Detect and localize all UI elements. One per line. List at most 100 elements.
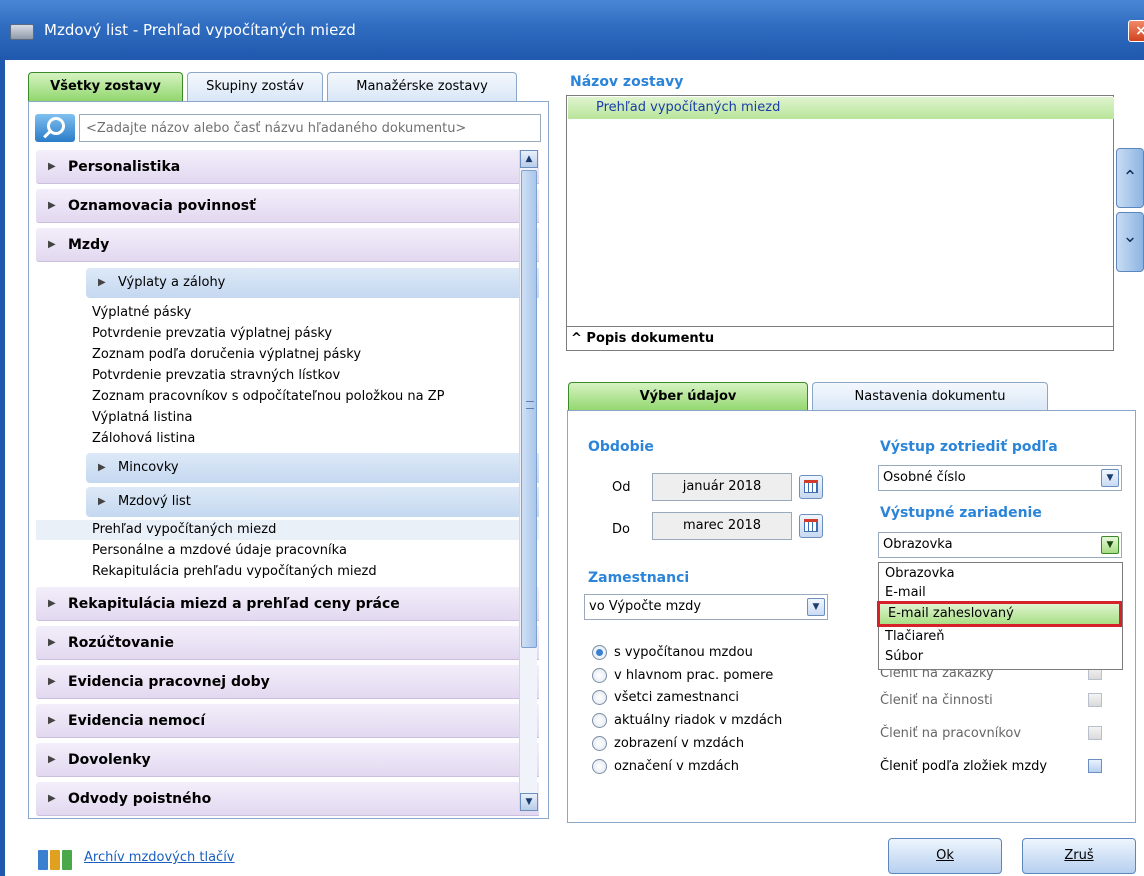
expand-arrow-icon: ▶	[48, 239, 56, 250]
radio-option[interactable]: označení v mzdách	[592, 756, 739, 778]
dropdown-option-highlighted[interactable]: E-mail zaheslovaný	[877, 601, 1122, 627]
tree-scrollbar[interactable]: ▲ ▼	[519, 150, 538, 811]
dropdown-option[interactable]: Súbor	[879, 647, 1122, 667]
chevron-down-icon[interactable]: ▼	[807, 598, 825, 616]
split-option: Členiť na pracovníkov	[880, 723, 1102, 745]
scroll-down-icon[interactable]: ▼	[520, 793, 538, 811]
employees-label: Zamestnanci	[588, 570, 690, 586]
radio-button[interactable]	[592, 736, 607, 751]
title-bar: Mzdový list - Prehľad vypočítaných miezd…	[0, 0, 1144, 60]
radio-option[interactable]: v hlavnom prac. pomere	[592, 665, 773, 687]
radio-label: označení v mzdách	[614, 759, 740, 774]
radio-button[interactable]	[592, 690, 607, 705]
category-personalistika[interactable]: ▶ Personalistika	[36, 150, 539, 184]
chevron-down-icon[interactable]: ▼	[1101, 469, 1119, 487]
checkbox[interactable]	[1088, 693, 1102, 707]
ok-button[interactable]: Ok	[888, 838, 1002, 874]
report-list: Prehľad vypočítaných miezd ^ Popis dokum…	[566, 95, 1114, 351]
checkbox[interactable]	[1088, 726, 1102, 740]
list-item[interactable]: Rekapitulácia prehľadu vypočítaných miez…	[92, 562, 377, 582]
group-mzdovy-list[interactable]: ▶ Mzdový list	[86, 487, 539, 517]
category-rekapitulacia[interactable]: ▶ Rekapitulácia miezd a prehľad ceny prá…	[36, 587, 539, 621]
sort-select[interactable]: Osobné číslo ▼	[878, 465, 1122, 491]
expand-arrow-icon: ▶	[98, 496, 106, 507]
category-label: Odvody poistného	[68, 791, 212, 807]
category-mzdy[interactable]: ▶ Mzdy	[36, 228, 539, 262]
radio-button-checked[interactable]	[592, 645, 607, 660]
group-label: Mzdový list	[118, 494, 191, 509]
output-device-select[interactable]: Obrazovka ▼	[878, 532, 1122, 558]
split-option: Členiť podľa zložiek mzdy	[880, 756, 1102, 778]
scroll-thumb[interactable]	[521, 170, 537, 648]
tab-all-reports[interactable]: Všetky zostavy	[28, 72, 183, 102]
tab-manager-reports[interactable]: Manažérske zostavy	[327, 72, 517, 102]
list-item[interactable]: Zálohová listina	[92, 429, 195, 449]
category-odvody[interactable]: ▶ Odvody poistného	[36, 782, 539, 816]
radio-option[interactable]: všetci zamestnanci	[592, 687, 739, 709]
list-item[interactable]: Výplatné pásky	[92, 303, 191, 323]
search-input[interactable]	[79, 114, 541, 142]
radio-button[interactable]	[592, 668, 607, 683]
radio-button[interactable]	[592, 713, 607, 728]
category-rozuctovanie[interactable]: ▶ Rozúčtovanie	[36, 626, 539, 660]
dropdown-option[interactable]: E-mail	[879, 583, 1122, 603]
list-item[interactable]: Potvrdenie prevzatia výplatnej pásky	[92, 324, 332, 344]
split-option-label: Členiť podľa zložiek mzdy	[880, 759, 1048, 774]
radio-option[interactable]: s vypočítanou mzdou	[592, 642, 753, 664]
output-device-dropdown: Obrazovka E-mail E-mail zaheslovaný Tlač…	[877, 562, 1123, 670]
sort-select-value: Osobné číslo	[883, 470, 966, 485]
report-tree: ▶ Personalistika ▶ Oznamovacia povinnosť…	[30, 150, 539, 818]
calendar-icon[interactable]	[799, 514, 823, 538]
group-label: Výplaty a zálohy	[118, 275, 226, 290]
dropdown-option[interactable]: Tlačiareň	[879, 627, 1122, 647]
tab-data-selection[interactable]: Výber údajov	[568, 382, 808, 412]
close-button[interactable]: ×	[1128, 20, 1144, 42]
chevron-down-icon[interactable]: ▼	[1101, 536, 1119, 554]
expand-arrow-icon: ▶	[48, 793, 56, 804]
category-label: Dovolenky	[68, 752, 151, 768]
report-row-selected[interactable]: Prehľad vypočítaných miezd	[568, 97, 1114, 119]
list-item[interactable]: Potvrdenie prevzatia stravných lístkov	[92, 366, 340, 386]
scroll-up-icon[interactable]: ▲	[520, 150, 538, 168]
group-vyplaty[interactable]: ▶ Výplaty a zálohy	[86, 268, 539, 298]
radio-label: v hlavnom prac. pomere	[614, 668, 774, 683]
dropdown-option[interactable]: Obrazovka	[879, 564, 1122, 584]
move-down-button[interactable]: ⌄	[1116, 212, 1144, 272]
list-item[interactable]: Personálne a mzdové údaje pracovníka	[92, 541, 347, 561]
expand-arrow-icon: ▶	[48, 598, 56, 609]
category-evidencia-nemoci[interactable]: ▶ Evidencia nemocí	[36, 704, 539, 738]
description-toggle[interactable]: ^ Popis dokumentu	[567, 326, 1113, 351]
group-label: Mincovky	[118, 460, 179, 475]
ok-label: Ok	[936, 848, 954, 863]
employees-select[interactable]: vo Výpočte mzdy ▼	[584, 594, 828, 620]
category-label: Rekapitulácia miezd a prehľad ceny práce	[68, 596, 400, 612]
report-name-label: Názov zostavy	[570, 74, 684, 90]
window-border	[0, 60, 5, 876]
move-up-button[interactable]: ⌃	[1116, 148, 1144, 208]
category-label: Evidencia nemocí	[68, 713, 206, 729]
list-item[interactable]: Výplatná listina	[92, 408, 192, 428]
category-dovolenky[interactable]: ▶ Dovolenky	[36, 743, 539, 777]
to-date-field[interactable]: marec 2018	[652, 512, 792, 540]
list-item[interactable]: Zoznam pracovníkov s odpočítateľnou polo…	[92, 387, 444, 407]
group-mincovky[interactable]: ▶ Mincovky	[86, 453, 539, 483]
output-device-label: Výstupné zariadenie	[880, 505, 1042, 521]
category-oznamovacia[interactable]: ▶ Oznamovacia povinnosť	[36, 189, 539, 223]
list-item[interactable]: Zoznam podľa doručenia výplatnej pásky	[92, 345, 361, 365]
radio-button[interactable]	[592, 759, 607, 774]
radio-option[interactable]: zobrazení v mzdách	[592, 733, 744, 755]
calendar-icon[interactable]	[799, 475, 823, 499]
search-icon[interactable]	[35, 114, 75, 142]
checkbox[interactable]	[1088, 759, 1102, 773]
expand-arrow-icon: ▶	[48, 715, 56, 726]
expand-arrow-icon: ▶	[98, 462, 106, 473]
from-date-field[interactable]: január 2018	[652, 473, 792, 501]
tab-report-groups[interactable]: Skupiny zostáv	[187, 72, 323, 102]
archive-link[interactable]: Archív mzdových tlačív	[84, 850, 235, 865]
category-evidencia-doby[interactable]: ▶ Evidencia pracovnej doby	[36, 665, 539, 699]
radio-option[interactable]: aktuálny riadok v mzdách	[592, 710, 782, 732]
split-option-label: Členiť na pracovníkov	[880, 726, 1022, 741]
cancel-button[interactable]: Zruš	[1022, 838, 1136, 874]
tab-document-settings[interactable]: Nastavenia dokumentu	[812, 382, 1048, 412]
list-item-selected[interactable]: Prehľad vypočítaných miezd	[36, 520, 539, 540]
